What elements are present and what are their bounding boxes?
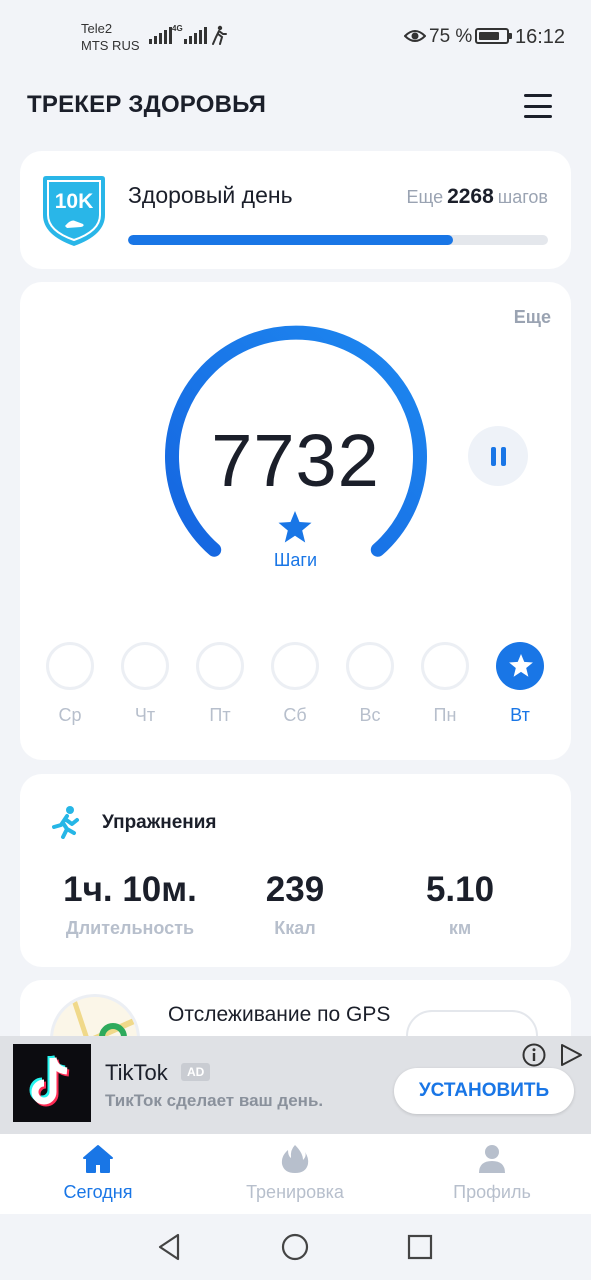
kcal-value: 239 [265, 870, 325, 909]
goal-title: Здоровый день [128, 182, 293, 208]
remaining-prefix: Еще [406, 187, 444, 207]
day-ring [271, 642, 319, 690]
hamburger-menu-icon[interactable] [524, 94, 552, 118]
badge-text: 10K [55, 190, 94, 213]
signal-icon [149, 26, 172, 44]
star-icon [278, 511, 312, 543]
install-button[interactable]: УСТАНОВИТЬ [394, 1068, 574, 1114]
distance-label: км [448, 918, 472, 938]
duration-label: Длительность [65, 918, 195, 938]
ad-app-name: TikTok [105, 1060, 168, 1085]
steps-label: Шаги [273, 550, 318, 570]
eye-comfort-icon [404, 30, 426, 42]
carrier-1: Tele2 [81, 21, 113, 36]
day-label: Вс [359, 705, 381, 725]
info-icon[interactable] [522, 1043, 546, 1067]
signal-icon-2 [184, 26, 207, 44]
day-ring [421, 642, 469, 690]
day-label: Вт [510, 705, 530, 725]
day-label: Пн [433, 705, 457, 725]
flame-icon [281, 1145, 309, 1173]
remaining-value: 2268 [447, 185, 494, 208]
nav-label: Сегодня [63, 1182, 133, 1202]
profile-icon [479, 1145, 505, 1173]
10k-badge-icon: 10K [43, 176, 105, 246]
more-link[interactable]: Еще [514, 307, 551, 328]
week-day-1[interactable]: Чт [120, 642, 170, 726]
week-day-2[interactable]: Пт [195, 642, 245, 726]
nav-label: Тренировка [246, 1182, 344, 1202]
pause-icon [490, 446, 496, 466]
ad-choices-icon[interactable] [558, 1043, 584, 1067]
kcal-stat: 239 Ккал [205, 870, 385, 939]
ad-tag: AD [181, 1063, 211, 1081]
battery-percent: 75 % [429, 26, 473, 47]
day-ring-completed [496, 642, 544, 690]
day-label: Сб [283, 705, 307, 725]
nav-profile[interactable]: Профиль [412, 1144, 572, 1203]
star-icon [509, 653, 533, 677]
exercise-card[interactable]: Упражнения 1ч. 10м. Длительность 239 Кка… [20, 774, 571, 967]
goal-progress-fill [128, 235, 454, 245]
ad-banner[interactable]: TikTok AD ТикТок сделает ваш день. УСТАН… [0, 1036, 591, 1134]
day-ring [121, 642, 169, 690]
day-ring [196, 642, 244, 690]
recents-icon[interactable] [405, 1232, 435, 1262]
week-day-5[interactable]: Пн [420, 642, 470, 726]
steps-remaining: Еще 2268 шагов [406, 185, 548, 209]
status-bar: Tele2 MTS RUS 4G 75 % 16:12 [0, 0, 591, 72]
home-icon [83, 1145, 113, 1173]
back-icon[interactable] [154, 1232, 184, 1262]
week-day-3[interactable]: Сб [270, 642, 320, 726]
home-circle-icon[interactable] [280, 1232, 310, 1262]
ad-description: ТикТок сделает ваш день. [105, 1091, 324, 1110]
steps-card: Еще 7732 Шаги Ср Чт Пт Сб Вс Пн Вт [20, 282, 571, 760]
day-ring [346, 642, 394, 690]
duration-value: 1ч. 10м. [63, 870, 197, 909]
clock: 16:12 [515, 26, 566, 48]
nav-label: Профиль [453, 1182, 531, 1202]
week-day-0[interactable]: Ср [45, 642, 95, 726]
remaining-suffix: шагов [497, 187, 548, 207]
goal-progress-bar [128, 235, 548, 245]
day-label: Чт [134, 705, 156, 725]
bottom-navigation: Сегодня Тренировка Профиль [0, 1134, 591, 1214]
day-label: Ср [58, 705, 82, 725]
pause-button[interactable] [468, 426, 528, 486]
tiktok-logo-icon [13, 1044, 91, 1122]
day-label: Пт [209, 705, 231, 725]
network-type: 4G [172, 24, 183, 33]
duration-stat: 1ч. 10м. Длительность [40, 870, 220, 939]
nav-training[interactable]: Тренировка [215, 1144, 375, 1203]
gps-title: Отслеживание по GPS [168, 1003, 391, 1026]
walking-icon [212, 25, 227, 45]
carrier-2: MTS RUS [81, 38, 140, 53]
battery-icon [475, 28, 512, 44]
week-day-4[interactable]: Вс [345, 642, 395, 726]
day-ring [46, 642, 94, 690]
daily-goal-card[interactable]: 10K Здоровый день Еще 2268 шагов [20, 151, 571, 269]
carrier-info: Tele2 MTS RUS [81, 20, 140, 54]
week-day-6[interactable]: Вт [495, 642, 545, 726]
distance-value: 5.10 [425, 870, 495, 909]
system-navigation-bar [0, 1214, 591, 1280]
page-title: ТРЕКЕР ЗДОРОВЬЯ [27, 91, 267, 118]
nav-today[interactable]: Сегодня [18, 1144, 178, 1203]
kcal-label: Ккал [274, 918, 316, 938]
exercise-title: Упражнения [102, 812, 217, 833]
running-icon [52, 806, 79, 839]
distance-stat: 5.10 км [370, 870, 550, 939]
